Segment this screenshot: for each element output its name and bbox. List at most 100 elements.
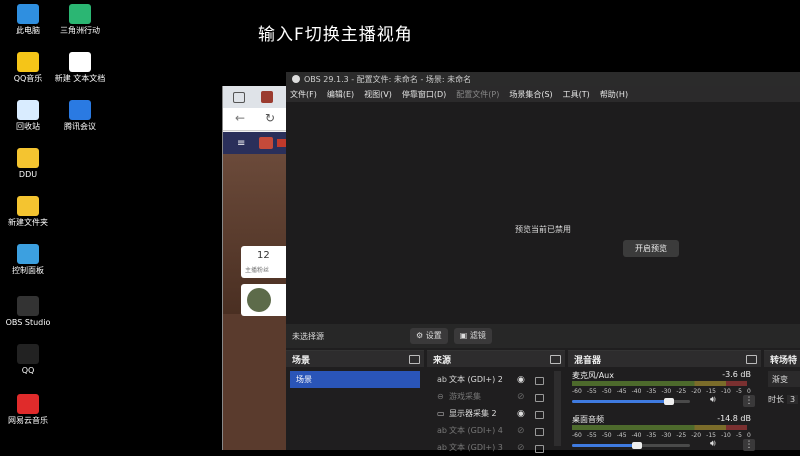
source-list: ab 文本 (GDI+) 2 ◉ ⊖ 游戏采集 ⊘ ▭ 显示器采集 2 ◉ ab 文本 (GDI+)… xyxy=(427,371,565,456)
app-icon xyxy=(17,148,39,168)
mixer-dock-header: 混音器 xyxy=(568,351,761,367)
duration-input[interactable]: 3 xyxy=(787,394,799,404)
obs-title-bar[interactable]: OBS 29.1.3 - 配置文件: 未命名 - 场景: 未命名 xyxy=(286,72,800,86)
desktop-icon-0[interactable]: 此电脑 xyxy=(0,4,56,36)
desktop-icon-3[interactable]: 新建 文本文档 xyxy=(52,52,108,84)
fan-label: 主播粉丝 xyxy=(245,267,270,274)
more-options-icon[interactable]: ⋮ xyxy=(743,439,755,451)
speaker-icon[interactable]: 🔊︎ xyxy=(710,395,716,405)
meter-tick: -20 xyxy=(691,388,702,395)
meter-tick: -25 xyxy=(676,432,687,439)
sources-dock-title: 来源 xyxy=(433,355,452,366)
meter-tick: -5 xyxy=(735,432,742,439)
meter-scale: -60 -55 -50 -45 -40 -35 -30 -25 -20 -15 -10 -5 0 xyxy=(572,432,751,439)
lock-icon[interactable] xyxy=(535,377,544,385)
filters-label: 滤镜 xyxy=(469,331,486,340)
preview-area[interactable]: 预览当前已禁用 开启预览 xyxy=(286,102,800,324)
source-name: 文本 (GDI+) 2 xyxy=(449,375,503,384)
source-item[interactable]: ab 文本 (GDI+) 2 ◉ xyxy=(427,371,565,388)
app-icon xyxy=(17,344,39,364)
filters-button[interactable]: ▣ 滤镜 xyxy=(453,328,492,344)
more-options-icon[interactable]: ⋮ xyxy=(743,395,755,407)
desktop-icon-4[interactable]: 回收站 xyxy=(0,100,56,132)
source-item[interactable]: ▭ 显示器采集 2 ◉ xyxy=(427,405,565,422)
meter-tick: -40 xyxy=(631,388,642,395)
eye-hidden-icon[interactable]: ⊘ xyxy=(517,392,525,402)
desktop-icon-6[interactable]: DDU xyxy=(0,148,56,180)
speaker-icon[interactable]: 🔊︎ xyxy=(710,439,716,449)
meter-tick: -15 xyxy=(706,432,716,439)
lock-icon[interactable] xyxy=(535,394,544,402)
transition-select[interactable]: 渐变 xyxy=(768,371,800,387)
volume-fill xyxy=(572,400,669,403)
preview-disabled-text: 预览当前已禁用 xyxy=(515,225,571,234)
volume-knob[interactable] xyxy=(663,398,674,405)
gear-icon: ⚙ xyxy=(416,331,424,340)
menu-item[interactable]: 配置文件(P) xyxy=(456,89,499,100)
source-item[interactable]: ⊖ 游戏采集 ⊘ xyxy=(427,388,565,405)
popout-icon[interactable] xyxy=(746,355,757,364)
menu-item[interactable]: 视图(V) xyxy=(364,89,392,100)
desktop-icon-1[interactable]: 三角洲行动 xyxy=(52,4,108,36)
desktop-icon-label: 腾讯会议 xyxy=(64,122,96,131)
menu-item[interactable]: 帮助(H) xyxy=(600,89,628,100)
transitions-dock: 转场特 渐变 时长 3 xyxy=(764,350,800,450)
reload-icon[interactable]: ↻ xyxy=(265,111,275,125)
desktop-icon-10[interactable]: QQ xyxy=(0,344,56,376)
desktop-icon-label: 网易云音乐 xyxy=(8,416,48,425)
filter-icon: ▣ xyxy=(459,331,468,340)
enable-preview-button[interactable]: 开启预览 xyxy=(623,240,679,257)
eye-icon[interactable]: ◉ xyxy=(517,375,525,385)
source-item[interactable]: ab 文本 (GDI+) 3 ⊘ xyxy=(427,439,565,456)
source-type-icon: ab xyxy=(437,426,447,435)
desktop-icon-5[interactable]: 腾讯会议 xyxy=(52,100,108,132)
source-type-icon: ab xyxy=(437,375,447,384)
menu-icon[interactable]: ≡ xyxy=(237,138,245,149)
back-icon[interactable]: ← xyxy=(235,111,245,125)
desktop-icon-label: 三角洲行动 xyxy=(60,26,100,35)
mixer-channel: 桌面音频 -14.8 dB -60 -55 -50 -45 -40 -35 -30 -25 -20-… xyxy=(568,411,761,455)
eye-hidden-icon[interactable]: ⊘ xyxy=(517,443,525,453)
scene-item[interactable]: 场景 xyxy=(290,371,420,388)
lock-icon[interactable] xyxy=(535,411,544,419)
volume-slider[interactable] xyxy=(572,442,690,449)
menu-item[interactable]: 停靠窗口(D) xyxy=(402,89,446,100)
desktop-icon-7[interactable]: 新建文件夹 xyxy=(0,196,56,228)
obs-logo-icon xyxy=(292,75,300,83)
settings-label: 设置 xyxy=(425,331,442,340)
desktop-icon-11[interactable]: 网易云音乐 xyxy=(0,394,56,426)
menu-item[interactable]: 工具(T) xyxy=(563,89,590,100)
menu-item[interactable]: 编辑(E) xyxy=(327,89,354,100)
source-item[interactable]: ab 文本 (GDI+) 4 ⊘ xyxy=(427,422,565,439)
app-icon xyxy=(17,196,39,216)
site-logo[interactable] xyxy=(259,137,273,149)
menu-item[interactable]: 场景集合(S) xyxy=(509,89,552,100)
app-icon xyxy=(17,52,39,72)
lock-icon[interactable] xyxy=(535,428,544,436)
app-icon xyxy=(69,100,91,120)
no-source-label: 未选择源 xyxy=(292,331,324,341)
sources-scrollbar[interactable] xyxy=(554,371,561,446)
app-icon xyxy=(69,52,91,72)
desktop-icon-label: 新建文件夹 xyxy=(8,218,48,227)
volume-knob[interactable] xyxy=(631,442,642,449)
popout-icon[interactable] xyxy=(409,355,420,364)
desktop-icon-9[interactable]: OBS Studio xyxy=(0,296,56,328)
volume-slider[interactable] xyxy=(572,398,690,405)
lock-icon[interactable] xyxy=(535,445,544,453)
eye-hidden-icon[interactable]: ⊘ xyxy=(517,426,525,436)
meter-tick: -30 xyxy=(661,388,672,395)
eye-icon[interactable]: ◉ xyxy=(517,409,525,419)
desktop-icon-label: 此电脑 xyxy=(16,26,40,35)
scenes-dock: 场景 场景 xyxy=(286,350,424,450)
desktop-icon-2[interactable]: QQ音乐 xyxy=(0,52,56,84)
popout-icon[interactable] xyxy=(550,355,561,364)
tab-favicon[interactable] xyxy=(261,91,273,103)
meter-tick: -20 xyxy=(691,432,702,439)
desktop-icon-8[interactable]: 控制面板 xyxy=(0,244,56,276)
menu-item[interactable]: 文件(F) xyxy=(290,89,317,100)
avatar[interactable] xyxy=(247,288,271,312)
meter-tick: -45 xyxy=(616,388,627,395)
tab-icon[interactable] xyxy=(233,92,245,103)
settings-button[interactable]: ⚙ 设置 xyxy=(410,328,448,344)
